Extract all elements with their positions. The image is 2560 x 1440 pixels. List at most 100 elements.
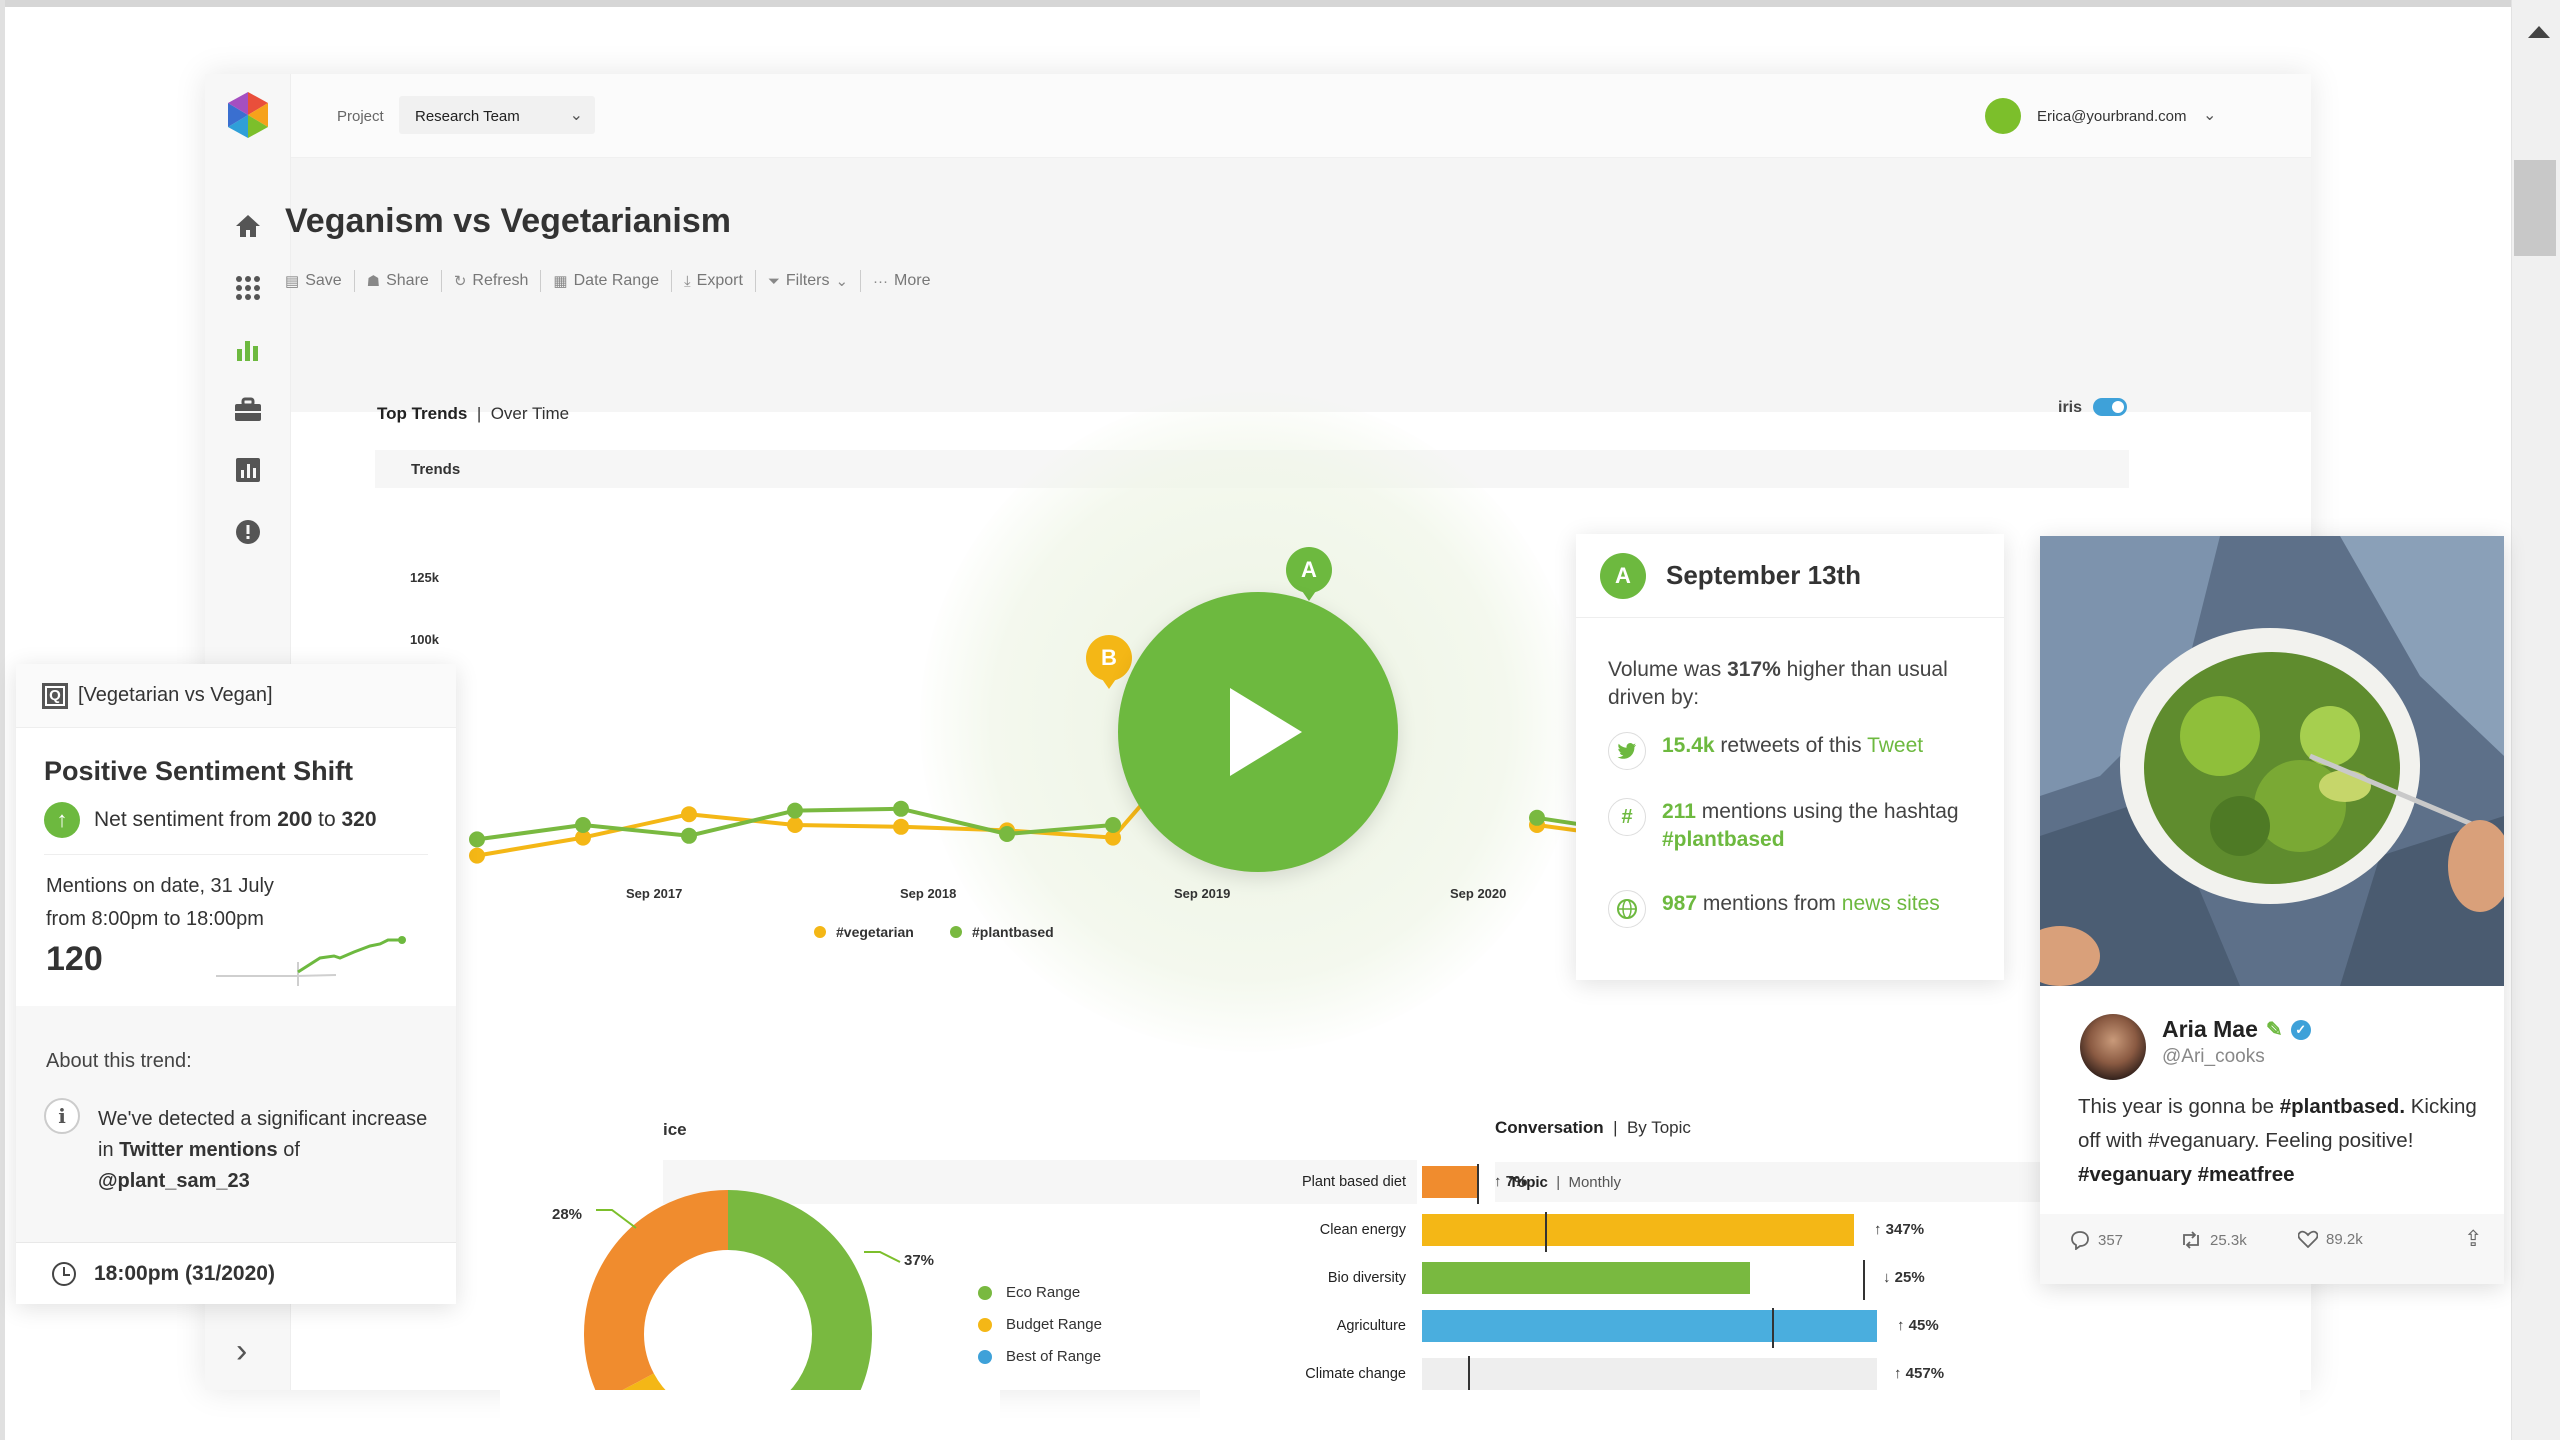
ellipsis-icon: ··· [873,272,889,290]
filter-icon: ⏷ [767,272,780,290]
refresh-label: Refresh [472,272,529,289]
tweet-text-part: This year is gonna be [2078,1095,2280,1118]
legend-label: #vegetarian [836,924,914,940]
pin-label: A [1301,557,1317,582]
hashtag-link[interactable]: #plantbased [1662,828,1785,851]
tweet-author[interactable]: Aria Mae ✎ ✓ [2162,1016,2311,1043]
reply-button[interactable]: 357 [2070,1230,2123,1250]
bar-fill[interactable] [1422,1166,1477,1198]
donut-percent-label: 37% [904,1252,935,1269]
app-logo-icon[interactable] [225,90,271,140]
avatar[interactable] [2080,1014,2146,1080]
scroll-up-arrow-icon[interactable] [2528,26,2550,38]
save-button[interactable]: ▤ Save [285,270,355,292]
filters-label: Filters [785,272,830,289]
chevron-down-icon: ⌄ [835,273,849,290]
legend-label: Eco Range [1006,1284,1081,1301]
retweet-button[interactable]: 25.3k [2180,1230,2247,1250]
hashtag-icon: # [1608,798,1646,836]
query-label: [Vegetarian vs Vegan] [78,684,273,706]
donut-percent-label: 28% [552,1206,583,1223]
driver-hashtag: # 211 mentions using the hashtag #plantb… [1608,798,1978,854]
user-menu-chevron-icon[interactable]: ⌄ [2203,105,2216,125]
sidebar-expand-chevron-icon[interactable]: › [236,1332,247,1371]
tab-separator: | [1552,1174,1569,1191]
subtab-monthly[interactable]: Monthly [1568,1174,1621,1191]
trend-detail-card: Q [Vegetarian vs Vegan] Positive Sentime… [16,664,456,1304]
mentions-line-1: Mentions on date, 31 July [46,875,274,897]
verified-badge-icon: ✓ [2290,1019,2311,1040]
donut-slice[interactable] [600,1372,730,1440]
tweet-link[interactable]: Tweet [1867,734,1923,757]
x-tick-label: Sep 2019 [1174,886,1231,901]
volume-text: Volume was 317% higher than usual driven… [1608,656,1968,712]
annotation-pin-b[interactable]: B [1086,635,1132,689]
project-label: Project [337,108,384,125]
tab-partial-label[interactable]: ice [663,1120,687,1140]
globe-icon [1608,890,1646,928]
refresh-button[interactable]: ↻ Refresh [442,270,542,292]
trend-title: Positive Sentiment Shift [44,756,354,786]
bar-fill[interactable] [1422,1262,1750,1294]
tab-by-topic[interactable]: By Topic [1627,1118,1691,1137]
bar-fill[interactable] [1422,1214,1854,1246]
tab-over-time[interactable]: Over Time [491,404,569,423]
legend-dot [978,1285,992,1300]
project-select-value: Research Team [415,108,520,125]
trend-time: 18:00pm (31/2020) [94,1261,275,1285]
legend-vegetarian: #vegetarian [814,924,914,940]
filters-button[interactable]: ⏷ Filters ⌄ [756,270,862,292]
bar-fill[interactable] [1422,1310,1877,1342]
author-handle[interactable]: @Ari_cooks [2162,1046,2265,1068]
tweet-hashtag[interactable]: #plantbased. [2280,1095,2405,1118]
tab-conversation[interactable]: Conversation [1495,1118,1604,1137]
user-avatar[interactable] [1985,98,2021,134]
tweet-hashtags[interactable]: #veganuary #meatfree [2078,1163,2295,1186]
hashtag-text: mentions using the hashtag [1695,800,1959,823]
legend-dot [814,926,826,938]
share-button[interactable]: ☗ Share [355,270,442,292]
legend-dot [978,1349,992,1364]
net-sentiment: ↑ Net sentiment from 200 to 320 [44,802,377,838]
news-sites-link[interactable]: news sites [1842,892,1940,915]
iris-toggle[interactable] [2093,398,2127,416]
bar-change-label: ↑ 7% [1494,1173,1528,1190]
query-icon: Q [42,682,68,709]
driver-retweets-text: 15.4k retweets of this Tweet [1662,732,1923,760]
date-range-button[interactable]: ▦ Date Range [541,270,672,292]
more-button[interactable]: ··· More [861,270,942,292]
bar-track [1422,1212,1894,1252]
scroll-thumb[interactable] [2514,160,2556,256]
home-icon[interactable] [230,208,266,244]
legend-dot [950,926,962,938]
alert-icon[interactable] [230,514,266,550]
bar-marker [1545,1212,1547,1252]
briefcase-icon[interactable] [230,392,266,428]
trends-tabs: Top Trends | Over Time [377,404,569,424]
report-chart-icon[interactable] [230,452,266,488]
detected-handle[interactable]: @plant_sam_23 [98,1170,250,1192]
apps-grid-icon[interactable] [230,270,266,306]
annotation-pin-a[interactable]: A [1286,547,1332,601]
like-count: 89.2k [2326,1230,2363,1248]
page-scrollbar[interactable] [2511,0,2560,1440]
date-range-label: Date Range [573,272,659,289]
user-email[interactable]: Erica@yourbrand.com [2037,108,2186,125]
project-select[interactable]: Research Team ⌄ [399,96,595,134]
net-from: 200 [277,808,313,831]
calendar-icon: ▦ [553,273,568,290]
play-icon [1230,688,1302,776]
share-icon[interactable]: ⇪ [2464,1226,2482,1252]
frame-bottom-mask [500,1390,1000,1440]
analytics-bar-icon[interactable] [230,332,266,368]
play-video-button[interactable] [1118,592,1398,872]
window-left-border [0,0,5,1440]
export-button[interactable]: ⤓ Export [672,270,756,292]
heart-icon [2298,1230,2318,1248]
save-label: Save [305,272,342,289]
tab-top-trends[interactable]: Top Trends [377,404,467,423]
annotation-date: September 13th [1666,560,1862,590]
like-button[interactable]: 89.2k [2298,1230,2363,1248]
download-icon: ⤓ [684,272,691,290]
annotation-header: A September 13th [1576,534,2004,618]
